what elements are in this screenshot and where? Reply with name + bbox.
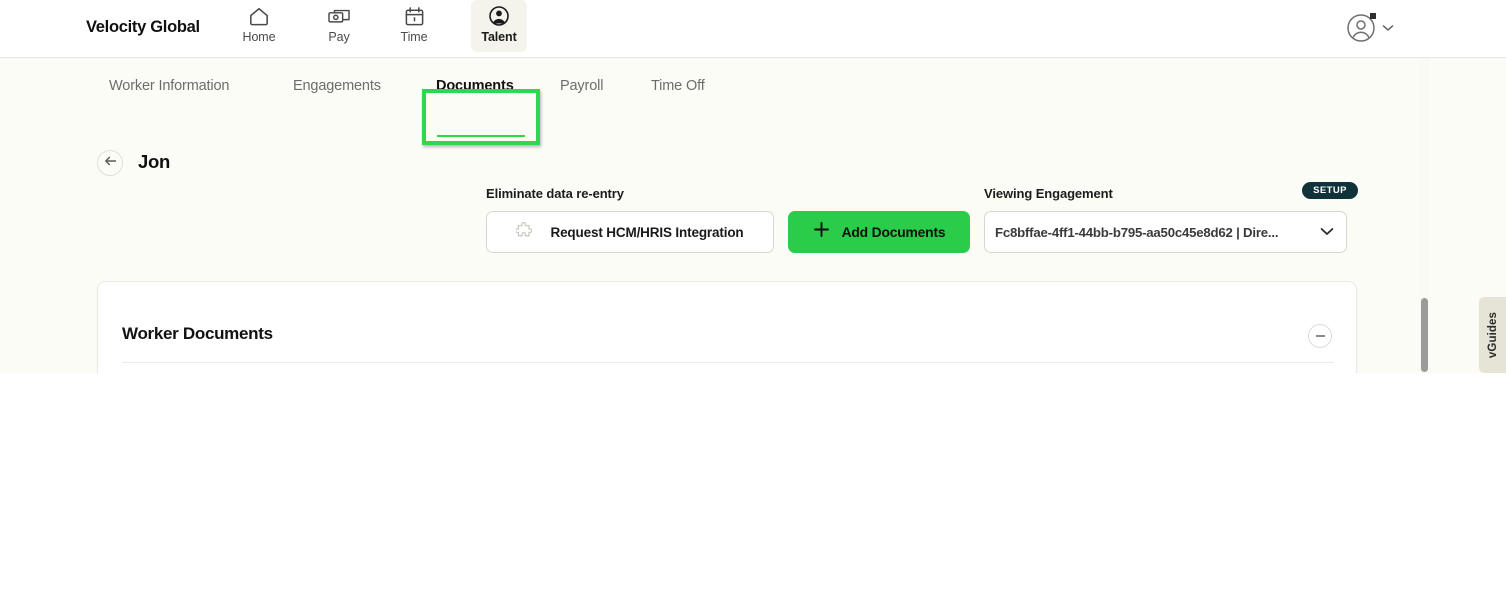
user-avatar-icon [1345,12,1377,44]
tab-payroll[interactable]: Payroll [560,58,603,114]
request-integration-button-label: Request HCM/HRIS Integration [550,224,744,240]
status-badge-setup-label: SETUP [1313,185,1347,196]
calendar-icon [404,5,425,27]
page-title: Jon [138,151,170,172]
puzzle-piece-icon [515,221,533,243]
nav-item-home-label: Home [242,30,276,44]
chevron-down-icon [1382,19,1394,37]
worker-tabs: Worker Information Engagements Documents… [0,58,1506,120]
engagement-label: Viewing Engagement [984,186,1113,201]
worker-documents-card-title: Worker Documents [122,324,273,343]
nav-item-home[interactable]: Home [231,0,287,52]
card-divider [122,362,1334,363]
status-badge-setup: SETUP [1302,182,1358,199]
top-navigation-bar: Velocity Global Home Pay Time Talent [0,0,1506,58]
back-button[interactable] [97,150,123,176]
money-icon [327,5,351,27]
tab-engagements[interactable]: Engagements [293,58,381,114]
minus-glyph [1315,335,1325,337]
app-shell: Velocity Global Home Pay Time Talent Wor… [0,0,1506,373]
add-documents-button[interactable]: Add Documents [788,211,970,253]
nav-item-time-label: Time [400,30,428,44]
page-header: Jon [0,150,1506,190]
nav-item-pay-label: Pay [328,30,350,44]
vguides-side-tab-label: vGuides [1486,311,1499,359]
nav-item-time[interactable]: Time [386,0,442,52]
tab-documents-active-underline [437,135,525,137]
minus-circle-icon[interactable] [1308,324,1332,348]
engagement-select-value: Fc8bffae-4ff1-44bb-b795-aa50c45e8d62 | D… [995,224,1279,240]
page-scrollbar-thumb[interactable] [1421,298,1428,372]
account-menu[interactable] [1345,12,1394,44]
worker-documents-card: Worker Documents [97,281,1357,373]
home-icon [248,5,270,27]
plus-icon [813,221,830,243]
nav-item-talent-label: Talent [481,30,517,44]
brand-logo: Velocity Global [86,18,200,36]
add-documents-button-label: Add Documents [841,224,946,240]
chevron-down-icon [1320,223,1334,241]
person-icon [488,5,510,27]
tab-worker-information[interactable]: Worker Information [109,58,229,114]
nav-item-talent[interactable]: Talent [471,0,527,52]
integration-label: Eliminate data re-entry [486,186,624,201]
engagement-select[interactable]: Fc8bffae-4ff1-44bb-b795-aa50c45e8d62 | D… [984,211,1347,253]
nav-item-pay[interactable]: Pay [311,0,367,52]
arrow-left-icon [104,154,117,172]
tab-documents[interactable]: Documents [436,58,514,114]
request-integration-button[interactable]: Request HCM/HRIS Integration [486,211,774,253]
notification-dot [1370,13,1376,19]
tab-time-off[interactable]: Time Off [651,58,705,114]
vguides-side-tab[interactable]: vGuides [1479,297,1506,373]
